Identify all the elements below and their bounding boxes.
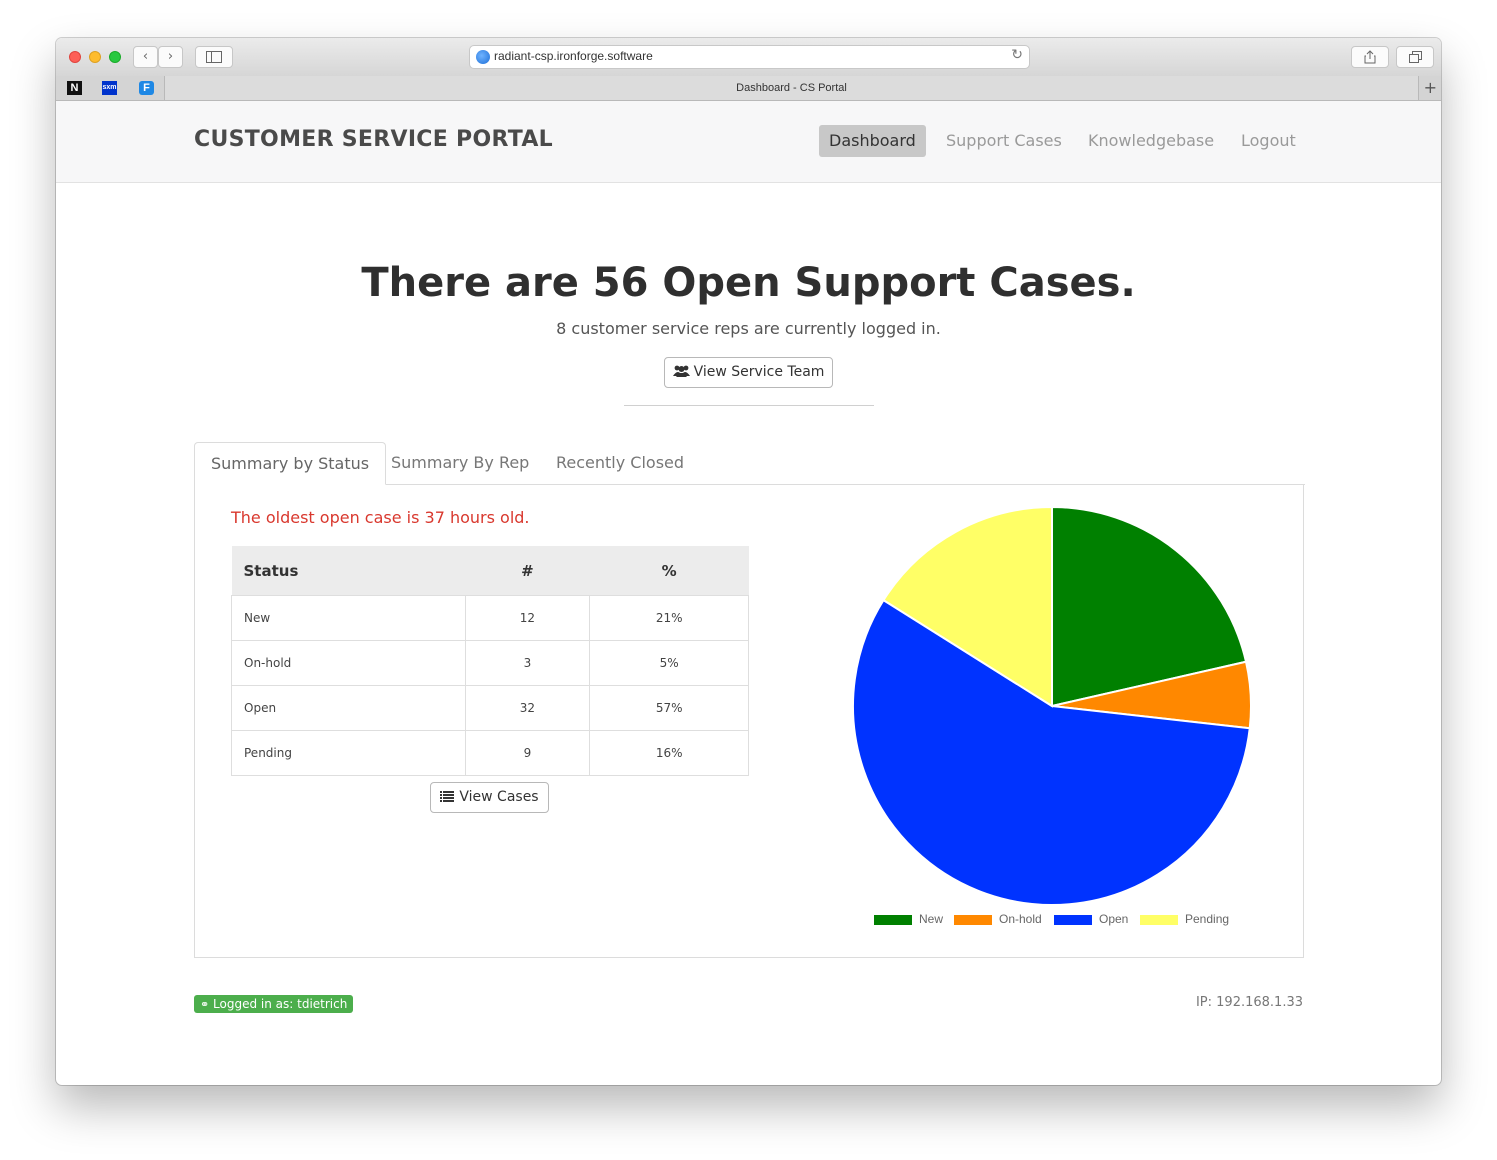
legend-label: Pending bbox=[1185, 912, 1230, 926]
reps-logged-in-text: 8 customer service reps are currently lo… bbox=[556, 319, 941, 338]
legend-label: Open bbox=[1099, 912, 1129, 926]
logged-in-text: Logged in as: tdietrich bbox=[213, 997, 348, 1011]
view-cases-button[interactable]: View Cases bbox=[430, 782, 549, 813]
address-bar[interactable]: radiant-csp.ironforge.software ↻ bbox=[469, 45, 1030, 69]
status-cell: Pending bbox=[231, 730, 466, 776]
column-header-count: # bbox=[465, 546, 590, 596]
count-cell: 32 bbox=[464, 685, 591, 731]
site-navbar: CUSTOMER SERVICE PORTAL Dashboard Suppor… bbox=[56, 101, 1441, 183]
legend-item-pending[interactable]: Pending bbox=[1140, 912, 1229, 926]
users-icon bbox=[672, 365, 690, 377]
percent-cell: 5% bbox=[589, 640, 749, 686]
legend-swatch bbox=[954, 914, 992, 925]
table-row: On-hold 3 5% bbox=[231, 640, 749, 686]
favorite-n-icon[interactable]: N bbox=[67, 81, 82, 95]
status-cell: New bbox=[231, 595, 466, 641]
reload-icon[interactable]: ↻ bbox=[1011, 47, 1023, 63]
headset-icon: ⚭ bbox=[200, 998, 210, 1011]
forward-button[interactable]: › bbox=[158, 46, 183, 68]
status-table: Status # % New 12 21% On-hold 3 5% Open bbox=[231, 546, 749, 776]
oldest-case-notice: The oldest open case is 37 hours old. bbox=[231, 508, 530, 527]
nav-support-cases[interactable]: Support Cases bbox=[936, 125, 1072, 157]
list-icon bbox=[440, 791, 455, 802]
status-cell: On-hold bbox=[231, 640, 466, 686]
tabs-icon bbox=[1408, 51, 1422, 63]
legend-swatch bbox=[1054, 914, 1092, 925]
status-pie-chart bbox=[852, 505, 1252, 906]
logged-in-badge: ⚭ Logged in as: tdietrich bbox=[194, 995, 354, 1013]
percent-cell: 21% bbox=[589, 595, 749, 641]
plus-icon: + bbox=[1423, 78, 1437, 97]
nav-dashboard[interactable]: Dashboard bbox=[819, 125, 926, 157]
count-cell: 12 bbox=[464, 595, 591, 641]
nav-knowledgebase[interactable]: Knowledgebase bbox=[1078, 125, 1224, 157]
favorite-f-icon[interactable]: F bbox=[139, 81, 154, 95]
ip-address: IP: 192.168.1.33 bbox=[1195, 995, 1303, 1010]
legend-label: On-hold bbox=[999, 912, 1042, 926]
legend-item-new[interactable]: New bbox=[874, 912, 943, 926]
tab-overview-button[interactable] bbox=[1396, 46, 1434, 68]
summary-tabs: Summary by Status Summary By Rep Recentl… bbox=[194, 442, 1305, 485]
brand-title[interactable]: CUSTOMER SERVICE PORTAL bbox=[194, 127, 553, 152]
tab-recently-closed[interactable]: Recently Closed bbox=[540, 442, 700, 484]
tab-summary-by-status[interactable]: Summary by Status bbox=[194, 442, 387, 485]
percent-cell: 57% bbox=[589, 685, 749, 731]
url-text: radiant-csp.ironforge.software bbox=[494, 49, 653, 63]
legend-item-on-hold[interactable]: On-hold bbox=[954, 912, 1042, 926]
sidebar-icon bbox=[206, 51, 222, 63]
count-cell: 9 bbox=[464, 730, 591, 776]
table-row: Open 32 57% bbox=[231, 685, 749, 731]
divider bbox=[624, 405, 874, 406]
share-icon bbox=[1364, 50, 1376, 64]
legend-swatch bbox=[1140, 914, 1178, 925]
nav-logout[interactable]: Logout bbox=[1231, 125, 1306, 157]
legend-label: New bbox=[919, 912, 944, 926]
view-service-team-label: View Service Team bbox=[693, 364, 825, 380]
new-tab-button[interactable]: + bbox=[1424, 76, 1437, 100]
share-button[interactable] bbox=[1351, 46, 1389, 68]
sidebar-toggle-button[interactable] bbox=[195, 46, 233, 68]
column-header-percent: % bbox=[589, 546, 749, 596]
table-row: New 12 21% bbox=[231, 595, 749, 641]
view-cases-label: View Cases bbox=[459, 789, 539, 805]
active-tab[interactable]: Dashboard - CS Portal bbox=[164, 76, 1419, 100]
table-row: Pending 9 16% bbox=[231, 730, 749, 776]
close-window-button[interactable] bbox=[69, 51, 81, 63]
page-heading: There are 56 Open Support Cases. bbox=[361, 260, 1136, 306]
legend-swatch bbox=[874, 914, 912, 925]
minimize-window-button[interactable] bbox=[89, 51, 101, 63]
percent-cell: 16% bbox=[589, 730, 749, 776]
legend-item-open[interactable]: Open bbox=[1054, 912, 1128, 926]
title-bar: ‹ › radiant-csp.ironforge.software ↻ bbox=[56, 38, 1441, 77]
view-service-team-button[interactable]: View Service Team bbox=[664, 357, 833, 388]
tab-bar: N sxm F Dashboard - CS Portal + bbox=[56, 76, 1441, 101]
globe-icon bbox=[476, 50, 490, 64]
chevron-left-icon: ‹ bbox=[142, 49, 149, 64]
browser-window: ‹ › radiant-csp.ironforge.software ↻ N s… bbox=[56, 38, 1441, 1085]
column-header-status: Status bbox=[231, 546, 466, 596]
count-cell: 3 bbox=[464, 640, 591, 686]
status-cell: Open bbox=[231, 685, 466, 731]
tab-summary-by-rep[interactable]: Summary By Rep bbox=[375, 442, 545, 484]
favorite-sxm-icon[interactable]: sxm bbox=[102, 81, 117, 95]
chevron-right-icon: › bbox=[167, 49, 174, 64]
table-header-row: Status # % bbox=[231, 546, 749, 596]
zoom-window-button[interactable] bbox=[109, 51, 121, 63]
back-button[interactable]: ‹ bbox=[133, 46, 158, 68]
